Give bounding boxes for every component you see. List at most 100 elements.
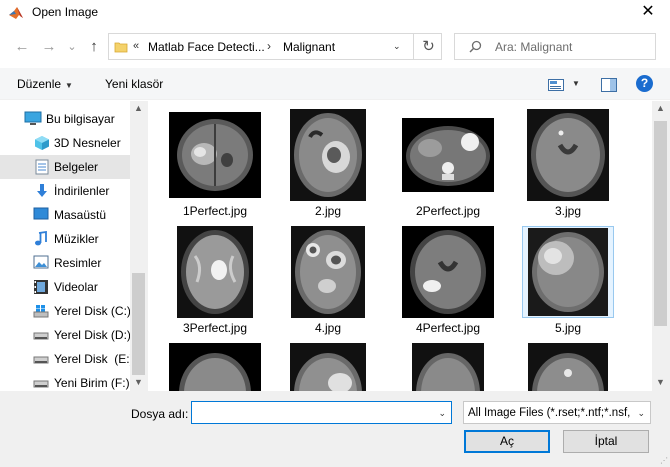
sidebar-item-label: Yerel Disk (E:) [54, 352, 134, 366]
sidebar-item-label: Bu bilgisayar [46, 112, 115, 126]
filename-combobox[interactable]: ⌄ [191, 401, 452, 424]
file-item[interactable]: 4.jpg [266, 218, 386, 335]
file-type-select[interactable]: All Image Files (*.rset;*.ntf;*.nsf, ⌄ [463, 401, 651, 424]
address-dropdown-icon[interactable]: ⌄ [393, 41, 401, 52]
documents-icon [35, 159, 49, 175]
sidebar-item-3d-objects[interactable]: 3D Nesneler [0, 131, 130, 155]
chevron-down-icon[interactable]: ⌄ [637, 408, 645, 419]
breadcrumb-item-current[interactable]: Malignant [283, 40, 335, 54]
window-title: Open Image [32, 5, 99, 19]
file-list-scrollbar[interactable]: ▲ ▼ [652, 101, 670, 391]
sidebar-item-pictures[interactable]: Resimler [0, 251, 130, 275]
cube-icon [35, 136, 49, 150]
sidebar-item-drive-e[interactable]: Yerel Disk (E:) [0, 347, 134, 371]
file-item[interactable]: 5.jpg [506, 218, 626, 335]
sidebar-item-label: Videolar [54, 280, 98, 294]
search-icon [469, 40, 482, 53]
file-name: 3.jpg [554, 204, 582, 218]
mri-thumbnail-image [528, 228, 608, 316]
file-item[interactable]: 4Perfect.jpg [386, 218, 506, 335]
windows-drive-icon [33, 305, 49, 318]
preview-pane-icon[interactable] [601, 78, 617, 92]
file-name: 2.jpg [314, 204, 342, 218]
filename-input[interactable] [192, 402, 427, 423]
sidebar-item-label: Yerel Disk (C:) [54, 304, 131, 318]
back-button[interactable]: ← [13, 38, 31, 56]
file-item[interactable] [266, 335, 386, 391]
sidebar-item-desktop[interactable]: Masaüstü [0, 203, 130, 227]
scrollbar-thumb[interactable] [132, 273, 145, 375]
scrollbar-thumb[interactable] [654, 121, 667, 326]
sidebar-item-this-pc[interactable]: Bu bilgisayar [0, 107, 130, 131]
mri-thumbnail-image [412, 343, 484, 391]
sidebar-item-label: İndirilenler [54, 184, 110, 198]
search-box[interactable]: Ara: Malignant [454, 33, 656, 60]
desktop-icon [33, 207, 49, 220]
chevron-down-icon[interactable]: ⌄ [438, 408, 446, 419]
scroll-down-arrow-icon[interactable]: ▼ [656, 377, 665, 387]
mri-thumbnail-image [169, 343, 261, 391]
open-button[interactable]: Aç [464, 430, 550, 453]
folder-icon [114, 42, 128, 53]
scroll-up-arrow-icon[interactable]: ▲ [134, 103, 143, 113]
file-name: 5.jpg [554, 321, 582, 335]
dialog-footer: Dosya adı: ⌄ All Image Files (*.rset;*.n… [0, 391, 670, 467]
mri-thumbnail-image [290, 109, 366, 201]
view-options-icon[interactable] [548, 79, 564, 91]
ct-thumbnail-image [402, 118, 494, 192]
file-item[interactable]: 3Perfect.jpg [153, 218, 273, 335]
file-item[interactable]: 2Perfect.jpg [386, 101, 506, 218]
music-icon [35, 231, 47, 246]
view-dropdown-icon[interactable]: ▼ [572, 79, 580, 88]
breadcrumb-separator-icon[interactable]: › [267, 39, 271, 53]
file-name: 4.jpg [314, 321, 342, 335]
breadcrumb-overflow-icon[interactable]: « [133, 40, 139, 52]
mri-thumbnail-image [290, 343, 366, 391]
close-button[interactable]: ✕ [626, 0, 670, 26]
breadcrumb-item[interactable]: Matlab Face Detecti... [148, 40, 265, 54]
matlab-icon [9, 7, 23, 19]
scroll-down-arrow-icon[interactable]: ▼ [134, 377, 143, 387]
computer-icon [24, 111, 42, 125]
sidebar-item-drive-c[interactable]: Yerel Disk (C:) [0, 299, 131, 323]
mri-thumbnail-image [291, 226, 365, 318]
drive-icon [33, 356, 49, 364]
filename-label: Dosya adı: [131, 407, 189, 421]
sidebar-item-label: Müzikler [54, 232, 99, 246]
help-icon[interactable]: ? [636, 75, 653, 92]
file-item[interactable]: 1Perfect.jpg [153, 101, 273, 218]
file-item[interactable] [506, 335, 626, 391]
title-bar: Open Image ✕ [0, 0, 670, 26]
videos-icon [34, 280, 48, 294]
sidebar-item-documents[interactable]: Belgeler [0, 155, 130, 179]
mri-thumbnail-image [528, 343, 608, 391]
sidebar-item-drive-d[interactable]: Yerel Disk (D:) [0, 323, 131, 347]
file-item[interactable]: 2.jpg [266, 101, 386, 218]
mri-thumbnail-image [177, 226, 253, 318]
command-bar: Düzenle ▼ Yeni klasör ▼ ? [0, 68, 670, 100]
forward-button[interactable]: → [40, 38, 58, 56]
new-folder-button[interactable]: Yeni klasör [105, 77, 163, 91]
sidebar-item-music[interactable]: Müzikler [0, 227, 130, 251]
sidebar-item-label: Masaüstü [54, 208, 107, 222]
file-item[interactable]: 3.jpg [506, 101, 626, 218]
sidebar-item-label: Belgeler [54, 160, 99, 174]
recent-locations-button[interactable]: ⌄ [63, 38, 81, 56]
navigation-pane: Bu bilgisayar 3D Nesneler Belgeler İndir… [0, 101, 148, 391]
cancel-button[interactable]: İptal [563, 430, 649, 453]
refresh-button[interactable]: ↻ [413, 33, 443, 60]
scroll-up-arrow-icon[interactable]: ▲ [656, 103, 665, 113]
sidebar-item-label: 3D Nesneler [54, 136, 121, 150]
resize-grip-icon[interactable]: ⋰ [660, 456, 668, 465]
organize-button[interactable]: Düzenle ▼ [17, 77, 73, 91]
sidebar-item-label: Yeni Birim (F:) [54, 376, 130, 390]
file-item[interactable] [386, 335, 506, 391]
sidebar-scrollbar[interactable]: ▲ ▼ [130, 101, 148, 391]
sidebar-item-drive-f[interactable]: Yeni Birim (F:) [0, 371, 130, 391]
up-folder-button[interactable]: ↑ [85, 38, 103, 56]
sidebar-item-videos[interactable]: Videolar [0, 275, 130, 299]
drive-icon [33, 380, 49, 388]
file-item[interactable] [153, 335, 273, 391]
address-bar[interactable]: « Matlab Face Detecti... › Malignant ⌄ ↻ [108, 33, 442, 60]
sidebar-item-downloads[interactable]: İndirilenler [0, 179, 130, 203]
